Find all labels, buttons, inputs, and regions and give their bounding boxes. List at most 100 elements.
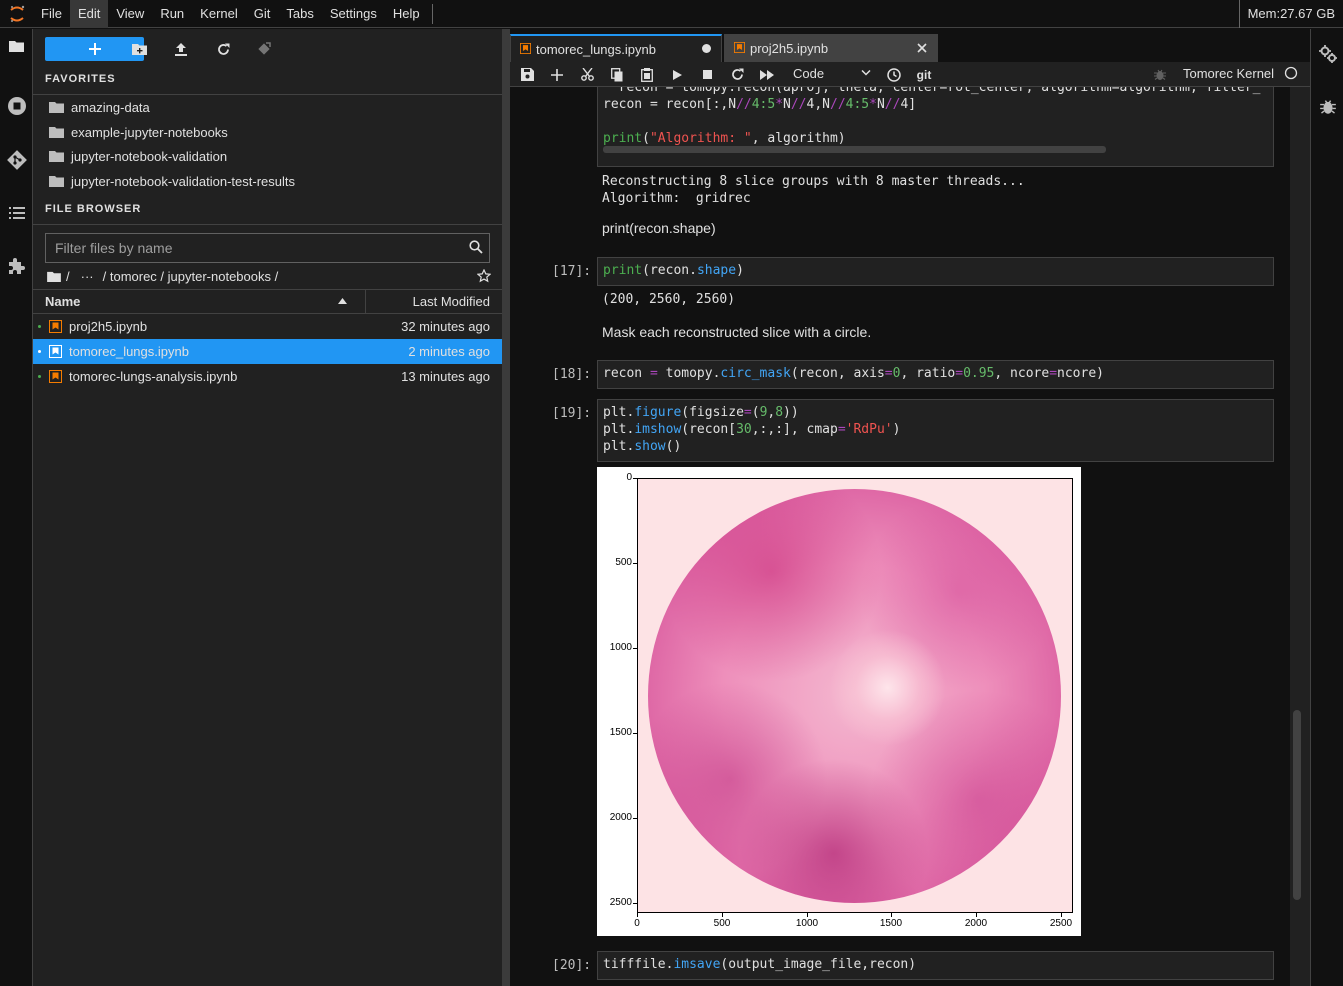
x-tick-mark <box>891 913 892 917</box>
git-diff-button[interactable]: git <box>914 66 934 83</box>
menu-help[interactable]: Help <box>385 0 428 28</box>
sort-ascending-icon[interactable] <box>338 298 347 304</box>
file-name: tomorec_lungs.ipynb <box>69 344 189 359</box>
code-line: plt.show() <box>603 439 682 454</box>
filter-input[interactable] <box>46 234 456 262</box>
menu-git[interactable]: Git <box>246 0 279 28</box>
run-button[interactable] <box>667 66 687 83</box>
search-icon <box>469 240 483 254</box>
file-list-header: Name Last Modified <box>33 289 502 314</box>
unsaved-dot-icon[interactable] <box>702 44 711 53</box>
file-row[interactable]: tomorec_lungs.ipynb 2 minutes ago <box>33 339 502 364</box>
column-divider[interactable] <box>365 290 366 313</box>
y-tick-label: 2000 <box>609 812 632 823</box>
favorite-item[interactable]: jupyter-notebook-validation <box>49 144 227 168</box>
code-cell[interactable]: recon = tomopy.recon(aproj, theta, cente… <box>597 87 1274 167</box>
folder-icon[interactable] <box>0 31 33 61</box>
breadcrumb-path[interactable]: / tomorec / jupyter-notebooks / <box>103 269 279 284</box>
markdown-cell[interactable]: print(recon.shape) <box>602 220 716 236</box>
menu-run[interactable]: Run <box>152 0 192 28</box>
markdown-cell[interactable]: Mask each reconstructed slice with a cir… <box>602 324 871 340</box>
property-inspector-icon[interactable] <box>1311 39 1343 69</box>
cut-button[interactable] <box>577 66 597 83</box>
restart-run-all-button[interactable] <box>757 66 777 83</box>
kernel-name[interactable]: Tomorec Kernel <box>1183 66 1274 81</box>
x-tick-label: 1000 <box>795 918 819 929</box>
x-tick-mark <box>1061 913 1062 917</box>
favorite-item[interactable]: amazing-data <box>49 95 150 119</box>
tab-proj2h5[interactable]: proj2h5.ipynb <box>724 34 938 62</box>
star-icon[interactable] <box>477 269 491 283</box>
notebook-panel[interactable]: recon = tomopy.recon(aproj, theta, cente… <box>510 87 1290 986</box>
file-browser-title: FILE BROWSER <box>45 203 142 215</box>
paste-button[interactable] <box>637 66 657 83</box>
code-cell[interactable]: tifffile.imsave(output_image_file,recon) <box>597 951 1274 980</box>
breadcrumb: / ··· / tomorec / jupyter-notebooks / <box>47 267 283 285</box>
menu-kernel[interactable]: Kernel <box>192 0 246 28</box>
favorite-label: amazing-data <box>71 99 150 115</box>
cell-type-value: Code <box>793 66 825 81</box>
git-icon[interactable] <box>0 145 33 175</box>
interrupt-button[interactable] <box>697 66 717 83</box>
paste-icon <box>641 67 653 82</box>
extension-icon[interactable] <box>0 251 33 281</box>
x-tick-mark <box>807 913 808 917</box>
cell-prompt: [20]: <box>552 958 592 973</box>
y-tick-label: 1500 <box>609 727 632 738</box>
new-folder-button[interactable] <box>129 39 149 59</box>
debugger-icon[interactable] <box>1150 66 1170 83</box>
favorite-item[interactable]: jupyter-notebook-validation-test-results <box>49 169 295 193</box>
git-clone-button[interactable] <box>254 39 274 59</box>
running-icon[interactable] <box>0 91 33 121</box>
code-line: plt.imshow(recon[30,:,:], cmap='RdPu') <box>603 422 901 437</box>
refresh-button[interactable] <box>213 39 233 59</box>
toc-icon[interactable] <box>0 198 33 228</box>
file-row[interactable]: proj2h5.ipynb 32 minutes ago <box>33 314 502 339</box>
tab-tomorec-lungs[interactable]: tomorec_lungs.ipynb <box>510 34 722 62</box>
upload-button[interactable] <box>171 39 191 59</box>
save-button[interactable] <box>517 66 537 83</box>
right-activity-bar <box>1310 29 1343 986</box>
debugger-icon[interactable] <box>1311 91 1343 121</box>
code-line: tifffile.imsave(output_image_file,recon) <box>603 957 917 972</box>
menu-file[interactable]: File <box>33 0 70 28</box>
column-header-modified[interactable]: Last Modified <box>413 294 490 309</box>
refresh-icon <box>217 43 229 55</box>
code-cell[interactable]: print(recon.shape) <box>597 257 1274 286</box>
menu-tabs[interactable]: Tabs <box>278 0 321 28</box>
code-line: print("Algorithm: ", algorithm) <box>603 131 846 146</box>
copy-icon <box>611 67 623 81</box>
panel-splitter[interactable] <box>502 29 510 986</box>
close-icon[interactable] <box>917 43 927 53</box>
menu-view[interactable]: View <box>108 0 152 28</box>
breadcrumb-ellipsis[interactable]: ··· <box>81 269 94 284</box>
menu-edit[interactable]: Edit <box>69 0 109 28</box>
x-tick-label: 1500 <box>879 918 903 929</box>
menu-settings[interactable]: Settings <box>322 0 385 28</box>
file-browser-panel: FAVORITES amazing-data example-jupyter-n… <box>33 29 502 986</box>
stop-icon <box>702 70 712 79</box>
git-clone-icon <box>258 42 271 55</box>
code-line: recon = recon[:,N//4:5*N//4,N//4:5*N//4] <box>603 97 917 112</box>
notebook-scrollbar[interactable] <box>1290 87 1310 986</box>
column-header-name[interactable]: Name <box>45 294 80 309</box>
new-folder-icon <box>131 44 147 55</box>
restart-button[interactable] <box>727 66 747 83</box>
code-cell[interactable]: recon = tomopy.circ_mask(recon, axis=0, … <box>597 360 1274 389</box>
cell-type-select[interactable]: Code <box>793 65 871 84</box>
file-modified: 32 minutes ago <box>401 319 490 334</box>
copy-button[interactable] <box>607 66 627 83</box>
history-button[interactable] <box>884 66 904 83</box>
x-tick-label: 0 <box>634 918 640 929</box>
file-row[interactable]: tomorec-lungs-analysis.ipynb 13 minutes … <box>33 364 502 389</box>
insert-cell-button[interactable] <box>547 66 567 83</box>
favorite-item[interactable]: example-jupyter-notebooks <box>49 120 228 144</box>
code-cell[interactable]: plt.figure(figsize=(9,8)) plt.imshow(rec… <box>597 399 1274 462</box>
x-tick-mark <box>637 913 638 917</box>
breadcrumb-root[interactable]: / <box>66 269 70 284</box>
folder-icon[interactable] <box>47 271 61 282</box>
horizontal-scrollbar[interactable] <box>603 146 1106 153</box>
running-indicator <box>38 350 41 353</box>
left-activity-bar <box>0 29 33 986</box>
scrollbar-thumb[interactable] <box>1293 710 1301 900</box>
